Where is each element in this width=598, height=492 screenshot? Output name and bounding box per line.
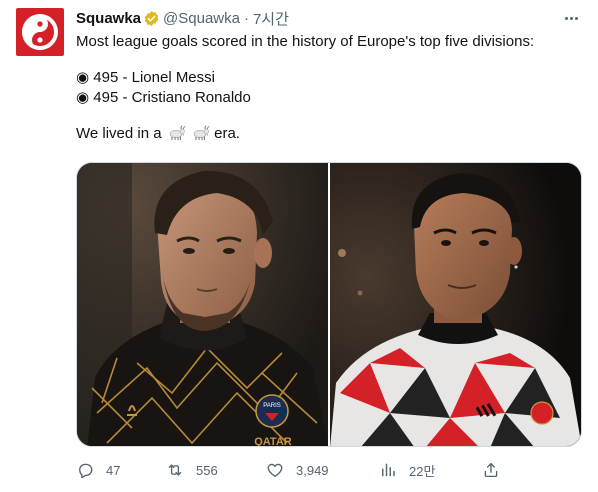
more-icon[interactable]	[560, 8, 582, 28]
psg-badge-text: PARIS	[263, 403, 281, 409]
share-button[interactable]	[482, 461, 500, 479]
ronaldo-portrait-illustration	[330, 163, 581, 446]
photo-ronaldo[interactable]	[330, 163, 581, 446]
messi-portrait-illustration: PARIS QATAR	[77, 163, 328, 446]
tweet[interactable]: Squawka @Squawka · 7시간 Most league goals…	[0, 0, 598, 492]
goat-line-prefix: We lived in a	[76, 125, 162, 142]
squawka-logo-icon	[22, 14, 58, 50]
retweet-count: 556	[196, 462, 218, 478]
tweet-line-ronaldo: ◉ 495 - Cristiano Ronaldo	[76, 89, 251, 106]
views-icon	[382, 463, 395, 477]
retweet-button[interactable]: 556	[166, 461, 218, 479]
like-button[interactable]: 3,949	[266, 461, 329, 479]
separator-dot: ·	[243, 9, 249, 27]
share-icon	[484, 462, 498, 478]
avatar[interactable]	[16, 8, 64, 56]
retweet-icon	[168, 464, 182, 476]
like-count: 3,949	[296, 462, 329, 478]
heart-icon	[267, 463, 283, 478]
timestamp[interactable]: 7시간	[253, 8, 289, 29]
tweet-actions: 47 556 3,949 22만	[76, 460, 506, 480]
tweet-line-goat: We lived in a era.	[76, 124, 582, 144]
goat-emoji-icon	[193, 125, 210, 140]
reply-icon	[79, 463, 93, 479]
views-button[interactable]: 22만	[379, 461, 435, 480]
tweet-line-intro: Most league goals scored in the history …	[76, 33, 535, 50]
reply-count: 47	[106, 462, 121, 478]
jersey-sponsor-text: QATAR	[254, 436, 292, 446]
tweet-text: Most league goals scored in the history …	[76, 32, 582, 144]
media-grid: PARIS QATAR	[76, 162, 582, 447]
goat-line-suffix: era.	[214, 125, 240, 142]
photo-messi[interactable]: PARIS QATAR	[77, 163, 328, 446]
verified-badge-icon	[143, 10, 160, 27]
author-name[interactable]: Squawka	[76, 10, 141, 27]
views-count: 22만	[409, 463, 436, 479]
tweet-line-messi: ◉ 495 - Lionel Messi	[76, 69, 215, 86]
author-handle[interactable]: @Squawka	[163, 10, 240, 27]
goat-emoji-icon	[169, 125, 186, 140]
reply-button[interactable]: 47	[76, 461, 120, 479]
tweet-header: Squawka @Squawka · 7시간	[76, 8, 289, 28]
